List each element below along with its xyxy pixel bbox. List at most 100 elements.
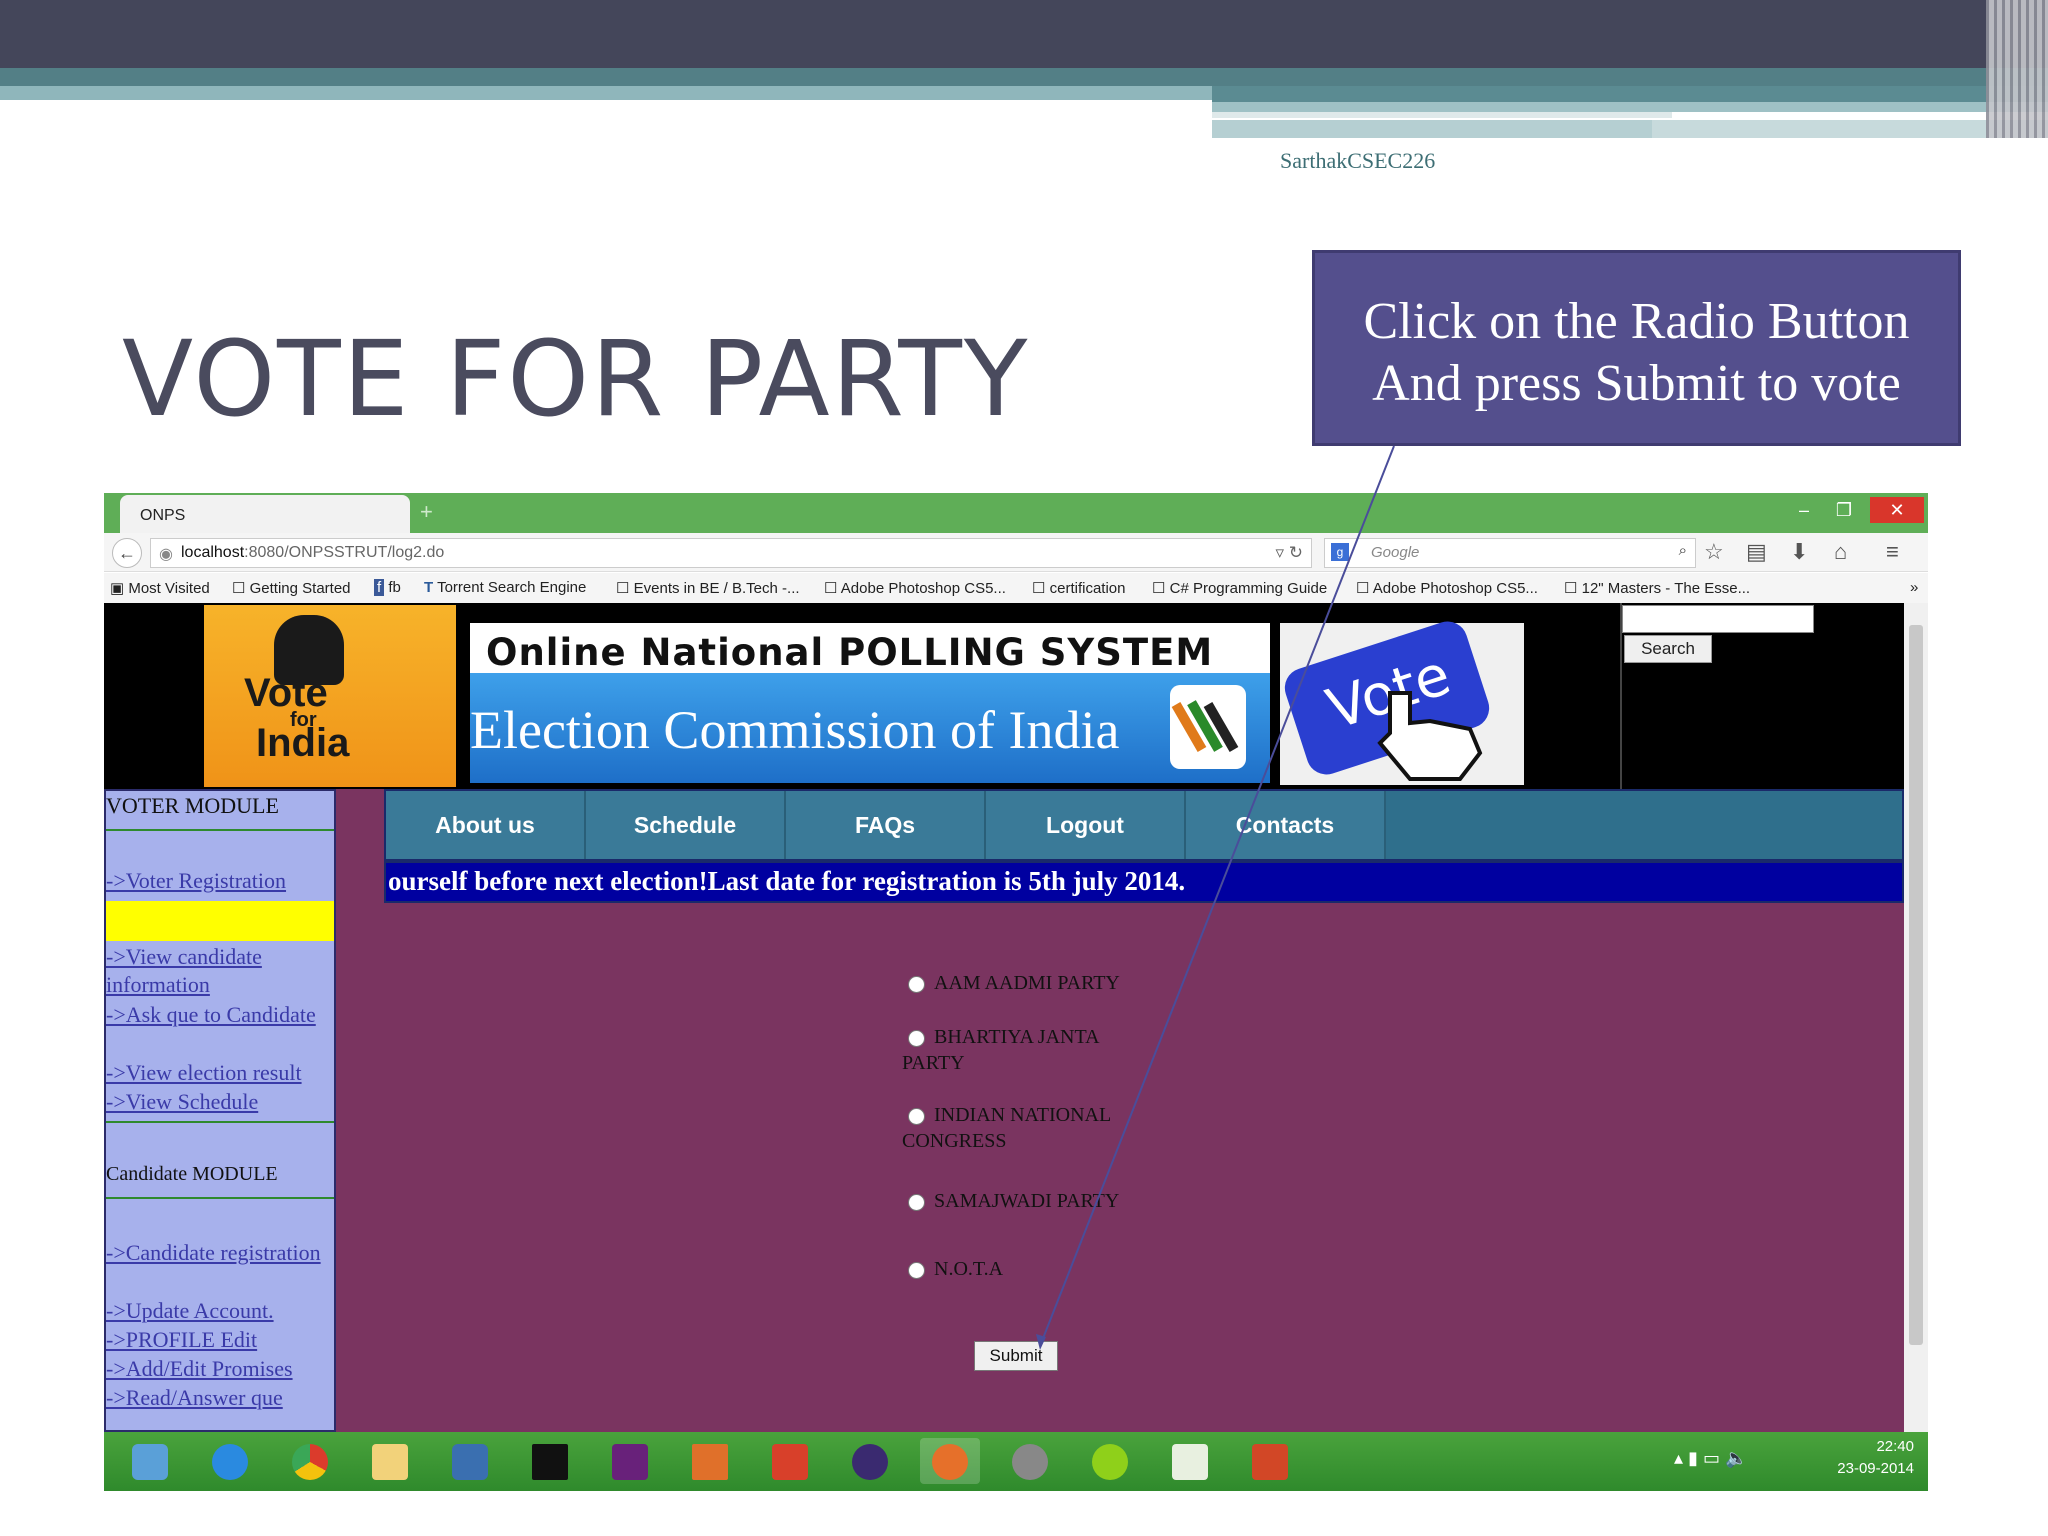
bookmark-item[interactable]: ☐ Getting Started (232, 579, 351, 597)
candidate-module-heading: Candidate MODULE (106, 1163, 278, 1185)
reload-icon[interactable]: ▿ ↻ (1275, 543, 1303, 563)
party-radio[interactable] (908, 1262, 925, 1279)
ms-office-icon[interactable] (760, 1438, 820, 1484)
callout-line-2: And press Submit to vote (1372, 355, 1901, 412)
announcement-marquee: ourself before next election!Last date f… (384, 861, 1904, 903)
slide-header-band-teal (0, 68, 2048, 86)
chrome-icon[interactable] (280, 1438, 340, 1484)
page-scrollbar[interactable] (1904, 603, 1928, 1432)
sidebar-link-answer-questions[interactable]: ->Read/Answer que (106, 1384, 330, 1412)
sidebar-link-candidate-registration[interactable]: ->Candidate registration (106, 1239, 330, 1267)
command-prompt-icon[interactable] (520, 1438, 580, 1484)
bookmark-item[interactable]: ☐ Adobe Photoshop CS5... (824, 579, 1006, 597)
virtualbox-icon[interactable] (120, 1438, 180, 1484)
chart-app-icon[interactable] (1160, 1438, 1220, 1484)
bookmark-label: Most Visited (128, 580, 210, 597)
sidebar-link-profile-edit[interactable]: ->PROFILE Edit (106, 1326, 330, 1354)
site-search-button[interactable]: Search (1624, 635, 1712, 663)
banner-subtitle-area: Election Commission of India (470, 673, 1270, 783)
vote-key-image: Vote (1279, 616, 1524, 785)
nav-tab-logout[interactable]: Logout (986, 791, 1186, 859)
sidebar: VOTER MODULE ->Voter Registration ->View… (104, 789, 336, 1432)
system-tray-icons[interactable]: ▴ ▮ ▭ 🔈 (1674, 1448, 1747, 1469)
sync-app-icon[interactable] (1000, 1438, 1060, 1484)
bookmark-star-icon[interactable]: ☆ (1704, 539, 1724, 565)
site-nav: About us Schedule FAQs Logout Contacts (384, 789, 1904, 861)
scrollbar-thumb[interactable] (1909, 625, 1923, 1345)
close-icon[interactable]: ✕ (1870, 497, 1924, 523)
sidebar-divider (106, 829, 334, 831)
powerpoint-icon[interactable] (1240, 1438, 1300, 1484)
new-tab-button[interactable]: + (420, 499, 433, 525)
download-icon[interactable]: ⬇ (1790, 539, 1808, 565)
bookmarks-overflow-icon[interactable]: » (1910, 579, 1918, 596)
slide-title: VOTE FOR PARTY (122, 318, 1030, 440)
voter-module-heading: VOTER MODULE (106, 793, 279, 818)
browser-tab[interactable]: ONPS (120, 495, 410, 533)
sidebar-link-promises[interactable]: ->Add/Edit Promises (106, 1355, 330, 1383)
nav-tab-faqs[interactable]: FAQs (786, 791, 986, 859)
slide-header-band-right (1212, 120, 1652, 138)
bookmarks-bar: ▣ Most Visited ☐ Getting Started f fb T … (104, 573, 1928, 604)
bookmark-item[interactable]: ☐ certification (1032, 579, 1126, 597)
file-explorer-icon[interactable] (360, 1438, 420, 1484)
green-app-icon[interactable] (1080, 1438, 1140, 1484)
back-button[interactable]: ← (112, 538, 142, 568)
nav-tab-contacts[interactable]: Contacts (1186, 791, 1386, 859)
clock[interactable]: 22:40 23-09-2014 (1837, 1436, 1914, 1480)
sidebar-link-voter-registration[interactable]: ->Voter Registration (106, 867, 330, 895)
address-bar[interactable]: ◉ localhost:8080/ONPSSTRUT/log2.do ▿ ↻ (150, 538, 1312, 568)
bookmark-item[interactable]: ▣ Most Visited (110, 579, 210, 597)
visual-studio-icon[interactable] (600, 1438, 660, 1484)
party-radio[interactable] (908, 1194, 925, 1211)
url-path: :8080/ONPSSTRUT/log2.do (244, 544, 445, 561)
party-label: AAM AADMI PARTY (934, 972, 1120, 994)
sidebar-divider (106, 1121, 334, 1123)
web-search-box[interactable]: g Google ⌕ (1324, 538, 1696, 568)
sidebar-link-update-account[interactable]: ->Update Account. (106, 1297, 330, 1325)
menu-icon[interactable]: ≡ (1886, 539, 1899, 565)
minimize-icon[interactable]: – (1784, 497, 1824, 523)
bookmark-item[interactable]: f fb (374, 579, 401, 596)
site-search-input[interactable] (1622, 605, 1814, 633)
matlab-icon[interactable] (680, 1438, 740, 1484)
sidebar-link-ask-question[interactable]: ->Ask que to Candidate (106, 1001, 330, 1029)
instruction-callout: Click on the Radio Button And press Subm… (1312, 250, 1961, 446)
web-page: Vote for India Online National POLLING S… (104, 603, 1904, 1432)
slide-header-band (0, 0, 2048, 68)
submit-vote-button[interactable]: Submit (974, 1341, 1058, 1371)
party-radio[interactable] (908, 976, 925, 993)
restore-icon[interactable]: ❐ (1824, 497, 1864, 523)
reading-list-icon[interactable]: ▤ (1746, 539, 1767, 565)
party-label: BHARTIYA JANTA PARTY (902, 1026, 1099, 1074)
firefox-icon[interactable] (920, 1438, 980, 1484)
browser-tab-label: ONPS (140, 507, 186, 524)
bookmark-item[interactable]: ☐ Adobe Photoshop CS5... (1356, 579, 1538, 597)
tab-strip: ONPS + – ❐ ✕ (104, 493, 1928, 533)
magnifier-icon[interactable]: ⌕ (1679, 542, 1687, 559)
home-icon[interactable]: ⌂ (1834, 539, 1847, 565)
bookmark-label: certification (1049, 580, 1126, 597)
bookmark-label: 12" Masters - The Esse... (1581, 580, 1751, 597)
sidebar-divider (106, 1197, 334, 1199)
site-banner: Online National POLLING SYSTEM Election … (470, 623, 1270, 783)
bookmark-item[interactable]: ☐ C# Programming Guide (1152, 579, 1327, 597)
bookmark-item[interactable]: T Torrent Search Engine (424, 579, 586, 596)
slide-author: SarthakCSEC226 (1280, 148, 1436, 173)
sidebar-link-election-result[interactable]: ->View election result (106, 1059, 330, 1087)
slide-header-band-light (0, 86, 1212, 100)
bookmark-item[interactable]: ☐ 12" Masters - The Esse... (1564, 579, 1750, 597)
internet-explorer-icon[interactable] (200, 1438, 260, 1484)
nav-tab-schedule[interactable]: Schedule (586, 791, 786, 859)
nav-tab-about[interactable]: About us (386, 791, 586, 859)
sidebar-link-view-candidate[interactable]: ->View candidate information (106, 943, 330, 999)
eclipse-icon[interactable] (840, 1438, 900, 1484)
bookmark-item[interactable]: ☐ Events in BE / B.Tech -... (616, 579, 800, 597)
sidebar-link-view-schedule[interactable]: ->View Schedule (106, 1088, 330, 1116)
bookmark-label: C# Programming Guide (1169, 580, 1328, 597)
logo-text-india: India (256, 721, 350, 765)
eci-emblem-icon (1170, 685, 1246, 769)
python-icon[interactable] (440, 1438, 500, 1484)
bookmark-label: Getting Started (249, 580, 351, 597)
search-placeholder: Google (1371, 544, 1420, 561)
